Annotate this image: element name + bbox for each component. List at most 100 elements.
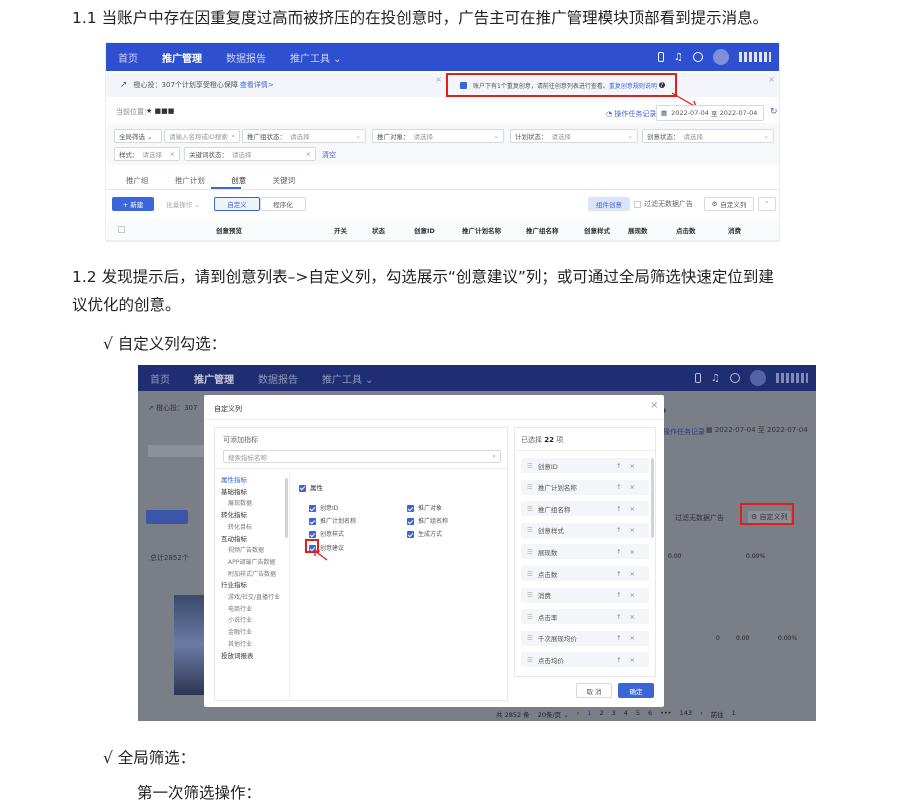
new-button[interactable]: + 新建 xyxy=(112,197,154,211)
close-icon[interactable]: × xyxy=(435,75,442,84)
view-details-link[interactable]: 查看详情> xyxy=(240,80,274,90)
close-icon[interactable]: × xyxy=(650,400,658,411)
filter-no-data-checkbox[interactable]: 过滤无数据广告 xyxy=(634,199,693,209)
metric-category-item[interactable]: 转化指标 xyxy=(221,510,280,522)
filter-style[interactable]: 样式： 请选择 × xyxy=(114,147,180,161)
metric-search-input[interactable]: 搜索指标名称 ⌕ xyxy=(223,450,501,463)
selected-metric-item[interactable]: ☰ 点击率 ↑× xyxy=(521,609,649,625)
tab-creative[interactable]: 创意 xyxy=(231,176,246,185)
nav-home[interactable]: 首页 xyxy=(106,50,150,65)
filter-creative-status[interactable]: 创意状态： 请选择 ⌄ xyxy=(642,129,774,143)
metric-category-item[interactable]: 属性指标 xyxy=(221,475,280,487)
page-5[interactable]: 5 xyxy=(636,709,640,719)
page-size-select[interactable]: 20条/页 ⌄ xyxy=(538,709,569,719)
selected-metric-item[interactable]: ☰ 推广计划名称 ↑× xyxy=(521,479,649,495)
filter-group-status[interactable]: 推广组状态： 请选择 ⌄ xyxy=(242,129,366,143)
move-up-remove-icons[interactable]: ↑× xyxy=(616,656,643,664)
ops-record-link[interactable]: ◔ 操作任务记录 xyxy=(606,109,656,119)
move-up-remove-icons[interactable]: ↑× xyxy=(616,548,643,556)
page-1[interactable]: 1 xyxy=(587,709,591,719)
metric-subcategory-item[interactable]: 其他行业 xyxy=(221,639,280,651)
selected-metric-item[interactable]: ☰ 点击均价 ↑× xyxy=(521,652,649,668)
selected-metric-item[interactable]: ☰ 展现数 ↑× xyxy=(521,544,649,560)
tab-ad-group[interactable]: 推广组 xyxy=(126,176,149,185)
page-143[interactable]: 143 xyxy=(680,709,692,719)
page-ellipsis[interactable]: ••• xyxy=(660,709,672,719)
metric-subcategory-item[interactable]: 小说行业 xyxy=(221,615,280,627)
move-up-remove-icons[interactable]: ↑× xyxy=(616,505,643,513)
attr-group-checkbox[interactable]: 属性 xyxy=(299,482,323,492)
checkbox-plan-name[interactable]: 推广计划名称 xyxy=(309,516,356,525)
refresh-icon[interactable]: ↻ xyxy=(770,107,778,117)
search-input[interactable]: 请输入名称或ID搜索 ⌕ xyxy=(164,129,240,143)
filter-keyword-status[interactable]: 关键词状态： 请选择 × xyxy=(184,147,316,161)
move-up-remove-icons[interactable]: ↑× xyxy=(616,483,643,491)
drag-handle-icon[interactable]: ☰ xyxy=(527,613,533,621)
nav-home[interactable]: 首页 xyxy=(138,371,182,386)
checkbox-creative-id[interactable]: 创意ID xyxy=(309,503,338,512)
custom-columns-button[interactable]: ⚙ 自定义列 xyxy=(704,197,754,211)
move-up-remove-icons[interactable]: ↑× xyxy=(616,570,643,578)
move-up-remove-icons[interactable]: ↑× xyxy=(616,462,643,470)
metric-category-item[interactable]: 行业指标 xyxy=(221,580,280,592)
drag-handle-icon[interactable]: ☰ xyxy=(527,634,533,642)
metric-category-item[interactable]: 基础指标 xyxy=(221,487,280,499)
metric-subcategory-item[interactable]: 视频广告数据 xyxy=(221,545,280,557)
tab-plan[interactable]: 推广计划 xyxy=(175,176,205,185)
minus-circle-icon[interactable] xyxy=(730,373,740,383)
metric-subcategory-item[interactable]: 附加样式广告数据 xyxy=(221,569,280,581)
nav-promotion-tools[interactable]: 推广工具 ⌄ xyxy=(310,371,386,386)
page-2[interactable]: 2 xyxy=(599,709,603,719)
selected-metric-item[interactable]: ☰ 消费 ↑× xyxy=(521,587,649,603)
page-6[interactable]: 6 xyxy=(648,709,652,719)
avatar[interactable] xyxy=(750,370,766,386)
drag-handle-icon[interactable]: ☰ xyxy=(527,591,533,599)
checkbox-group-name[interactable]: 推广组名称 xyxy=(407,516,448,525)
move-up-remove-icons[interactable]: ↑× xyxy=(616,634,643,642)
metric-subcategory-item[interactable]: 展现数据 xyxy=(221,498,280,510)
selected-metric-item[interactable]: ☰ 创意ID ↑× xyxy=(521,458,649,473)
metric-category-item[interactable]: 互动指标 xyxy=(221,534,280,546)
checkbox-creative-style[interactable]: 创意样式 xyxy=(309,529,344,538)
global-filter-select[interactable]: 全局筛选 ⌄ xyxy=(114,129,162,143)
drag-handle-icon[interactable]: ☰ xyxy=(527,505,533,513)
filter-plan-status[interactable]: 计划状态： 请选择 ⌄ xyxy=(510,129,638,143)
tab-keyword[interactable]: 关键词 xyxy=(273,176,296,185)
metric-subcategory-item[interactable]: 游戏/社交/直播行业 xyxy=(221,592,280,604)
drag-handle-icon[interactable]: ☰ xyxy=(527,483,533,491)
nav-promotion-tools[interactable]: 推广工具 ⌄ xyxy=(278,50,354,65)
nav-promotion-management[interactable]: 推广管理 xyxy=(150,50,214,65)
bell-icon[interactable]: ♫ xyxy=(711,373,720,384)
drag-handle-icon[interactable]: ☰ xyxy=(527,548,533,556)
selected-metric-item[interactable]: ☰ 创意样式 ↑× xyxy=(521,522,649,538)
confirm-button[interactable]: 确定 xyxy=(618,683,654,698)
cancel-button[interactable]: 取 消 xyxy=(576,683,612,698)
metric-subcategory-item[interactable]: 转化目标 xyxy=(221,522,280,534)
programmatic-mode-button[interactable]: 程序化 xyxy=(260,197,306,211)
page-4[interactable]: 4 xyxy=(624,709,628,719)
selected-scrollbar[interactable] xyxy=(651,458,654,538)
prev-page-icon[interactable]: ‹ xyxy=(577,709,580,719)
goto-input[interactable]: 1 xyxy=(732,709,736,719)
filter-promotion-object[interactable]: 推广对象： 请选择 ⌄ xyxy=(372,129,504,143)
mobile-icon[interactable] xyxy=(658,52,665,62)
checkbox-promotion-object[interactable]: 推广对象 xyxy=(407,503,442,512)
next-page-icon[interactable]: › xyxy=(700,709,703,719)
selected-metric-item[interactable]: ☰ 推广组名称 ↑× xyxy=(521,501,649,517)
collapse-button[interactable]: ⌃ xyxy=(758,197,776,211)
batch-operation-button[interactable]: 批量操作 ⌄ xyxy=(162,197,204,211)
avatar[interactable] xyxy=(713,49,729,65)
custom-mode-button[interactable]: 自定义 xyxy=(214,197,260,211)
component-creative-button[interactable]: 组件创意 xyxy=(588,197,630,211)
move-up-remove-icons[interactable]: ↑× xyxy=(616,591,643,599)
mobile-icon[interactable] xyxy=(695,373,702,383)
minus-circle-icon[interactable] xyxy=(693,52,703,62)
checkbox-generation-method[interactable]: 生成方式 xyxy=(407,529,442,538)
drag-handle-icon[interactable]: ☰ xyxy=(527,570,533,578)
nav-data-report[interactable]: 数据报告 xyxy=(214,50,278,65)
page-3[interactable]: 3 xyxy=(612,709,616,719)
move-up-remove-icons[interactable]: ↑× xyxy=(616,613,643,621)
selected-metric-item[interactable]: ☰ 千次展现均价 ↑× xyxy=(521,630,649,646)
metric-subcategory-item[interactable]: 金融行业 xyxy=(221,627,280,639)
nav-data-report[interactable]: 数据报告 xyxy=(246,371,310,386)
